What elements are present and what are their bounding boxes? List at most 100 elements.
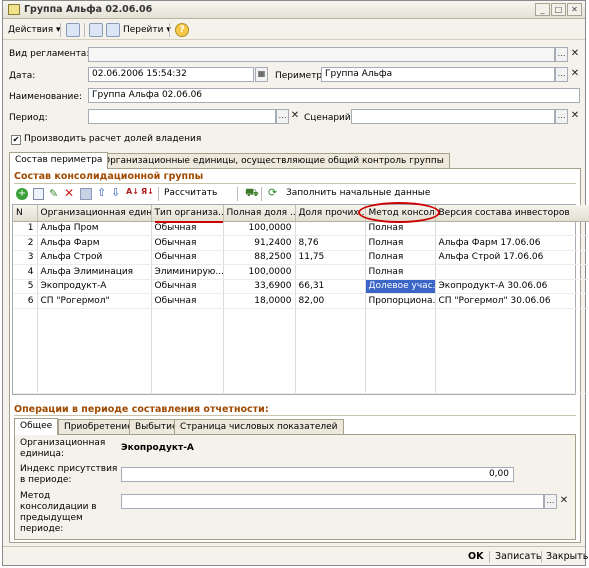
refresh-icon[interactable]: ⟳: [268, 186, 277, 199]
vid-field[interactable]: [88, 47, 555, 62]
ok-button[interactable]: OK: [468, 551, 483, 562]
name-field[interactable]: Группа Альфа 02.06.06: [88, 88, 580, 103]
method-clear-icon[interactable]: ✕: [558, 494, 570, 509]
cell-version[interactable]: СП "Рогермол" 30.06.06: [435, 293, 589, 309]
cell-method[interactable]: Полная: [365, 235, 436, 251]
col-investor-version[interactable]: Версия состава инвесторов: [435, 205, 589, 222]
col-full-share[interactable]: Полная доля ...: [223, 205, 296, 222]
cell-org-unit[interactable]: СП "Рогермол": [37, 293, 152, 309]
cell-full-share[interactable]: 33,6900: [223, 279, 296, 294]
scenario-clear-icon[interactable]: ✕: [569, 109, 581, 124]
period-field[interactable]: [88, 109, 276, 124]
table-row-selected[interactable]: 5 Экопродукт-А Обычная 33,6900 66,31 Долевое …: [13, 279, 589, 294]
calculate-button[interactable]: Рассчитать: [164, 188, 217, 198]
cell-other-share[interactable]: 66,31: [295, 279, 366, 294]
vid-clear-icon[interactable]: ✕: [569, 47, 581, 62]
delete-row-icon[interactable]: ✕: [64, 186, 74, 200]
table-row[interactable]: 2 Альфа Фарм Обычная 91,2400 8,76 Полная Альфа…: [13, 235, 589, 251]
sort-asc-icon[interactable]: A↓: [126, 187, 139, 196]
fill-initial-data-button[interactable]: Заполнить начальные данные: [286, 188, 430, 198]
perimeter-field[interactable]: Группа Альфа: [321, 67, 555, 82]
sort-desc-icon[interactable]: Я↓: [141, 187, 154, 196]
cell-org-type[interactable]: Обычная: [151, 235, 224, 251]
col-other-share[interactable]: Доля прочих ...: [295, 205, 366, 222]
table-row[interactable]: 4 Альфа Элиминация Элиминирую... 100,0000 По…: [13, 264, 589, 280]
method-select-button[interactable]: …: [544, 494, 557, 509]
index-field[interactable]: 0,00: [121, 467, 514, 482]
save-button[interactable]: Записать: [495, 551, 541, 562]
date-field[interactable]: 02.06.2006 15:54:32: [88, 67, 254, 82]
goto-icon[interactable]: [106, 23, 120, 37]
cell-version[interactable]: Экопродукт-А 30.06.06: [435, 279, 589, 294]
col-n[interactable]: N: [13, 205, 38, 222]
cell-org-type[interactable]: Обычная: [151, 250, 224, 265]
cell-version[interactable]: [435, 221, 589, 236]
copy-row-icon[interactable]: [33, 188, 44, 200]
cell-method[interactable]: Пропорциона...: [365, 293, 436, 309]
table-row[interactable]: 6 СП "Рогермол" Обычная 18,0000 82,00 Пропорц…: [13, 293, 589, 309]
period-clear-icon[interactable]: ✕: [289, 109, 301, 124]
cell-other-share[interactable]: [295, 264, 366, 280]
cart-icon[interactable]: ⛟: [245, 186, 259, 201]
cell-full-share[interactable]: 91,2400: [223, 235, 296, 251]
cell-other-share[interactable]: 82,00: [295, 293, 366, 309]
cell-full-share[interactable]: 18,0000: [223, 293, 296, 309]
tab-general[interactable]: Общее: [14, 418, 59, 435]
red-ellipse-annotation: [358, 202, 440, 223]
col-org-type[interactable]: Тип организа...: [151, 205, 224, 222]
cell-n: 4: [13, 264, 38, 280]
cell-org-unit[interactable]: Альфа Элиминация: [37, 264, 152, 280]
edit-row-icon[interactable]: ✎: [49, 187, 58, 200]
calendar-icon[interactable]: ▦: [255, 67, 268, 82]
cell-org-unit[interactable]: Альфа Фарм: [37, 235, 152, 251]
minimize-button[interactable]: _: [535, 3, 550, 16]
col-org-unit[interactable]: Организационная едини...: [37, 205, 152, 222]
cell-full-share[interactable]: 100,0000: [223, 264, 296, 280]
cell-org-unit[interactable]: Экопродукт-А: [37, 279, 152, 294]
cell-method[interactable]: Полная: [365, 221, 436, 236]
method-field[interactable]: [121, 494, 544, 509]
help-icon[interactable]: ?: [175, 23, 189, 37]
move-down-icon[interactable]: ⇩: [111, 186, 120, 199]
ownership-checkbox[interactable]: ✔: [11, 135, 21, 145]
table-row[interactable]: 1 Альфа Пром Обычная 100,0000 Полная: [13, 221, 589, 236]
cell-method[interactable]: Полная: [365, 250, 436, 265]
vid-select-button[interactable]: …: [555, 47, 568, 62]
move-up-icon[interactable]: ⇧: [97, 186, 106, 199]
period-select-button[interactable]: …: [276, 109, 289, 124]
actions-menu[interactable]: Действия ▾: [8, 23, 61, 38]
cell-method[interactable]: Полная: [365, 264, 436, 280]
cell-other-share[interactable]: 11,75: [295, 250, 366, 265]
cell-org-type[interactable]: Обычная: [151, 293, 224, 309]
goto-menu[interactable]: Перейти ▾: [123, 23, 171, 38]
cell-org-unit[interactable]: Альфа Строй: [37, 250, 152, 265]
perimeter-clear-icon[interactable]: ✕: [569, 67, 581, 82]
cell-org-type[interactable]: Элиминирую...: [151, 264, 224, 280]
cell-method-selected[interactable]: Долевое учас...: [365, 279, 436, 294]
structure-icon[interactable]: [66, 23, 80, 37]
tab-perimeter-composition[interactable]: Состав периметра: [9, 152, 109, 169]
table-row[interactable]: 3 Альфа Строй Обычная 88,2500 11,75 Полная Аль…: [13, 250, 589, 265]
maximize-button[interactable]: □: [551, 3, 566, 16]
tab-acquisition[interactable]: Приобретение: [58, 419, 139, 435]
cell-org-type[interactable]: Обычная: [151, 221, 224, 236]
table-view-icon[interactable]: [89, 23, 103, 37]
tab-numeric-indicators[interactable]: Страница числовых показателей: [174, 419, 344, 435]
close-button[interactable]: Закрыть: [546, 551, 588, 562]
cell-version[interactable]: [435, 264, 589, 280]
add-row-icon[interactable]: +: [16, 188, 28, 200]
grid-icon[interactable]: [80, 188, 92, 200]
cell-version[interactable]: Альфа Строй 17.06.06: [435, 250, 589, 265]
close-window-button[interactable]: ✕: [567, 3, 582, 16]
perimeter-select-button[interactable]: …: [555, 67, 568, 82]
cell-other-share[interactable]: [295, 221, 366, 236]
cell-version[interactable]: Альфа Фарм 17.06.06: [435, 235, 589, 251]
tab-control-units[interactable]: Организационные единицы, осуществляющие …: [97, 153, 450, 169]
cell-org-unit[interactable]: Альфа Пром: [37, 221, 152, 236]
scenario-select-button[interactable]: …: [555, 109, 568, 124]
cell-org-type[interactable]: Обычная: [151, 279, 224, 294]
cell-full-share[interactable]: 88,2500: [223, 250, 296, 265]
scenario-field[interactable]: [351, 109, 555, 124]
cell-other-share[interactable]: 8,76: [295, 235, 366, 251]
cell-full-share[interactable]: 100,0000: [223, 221, 296, 236]
